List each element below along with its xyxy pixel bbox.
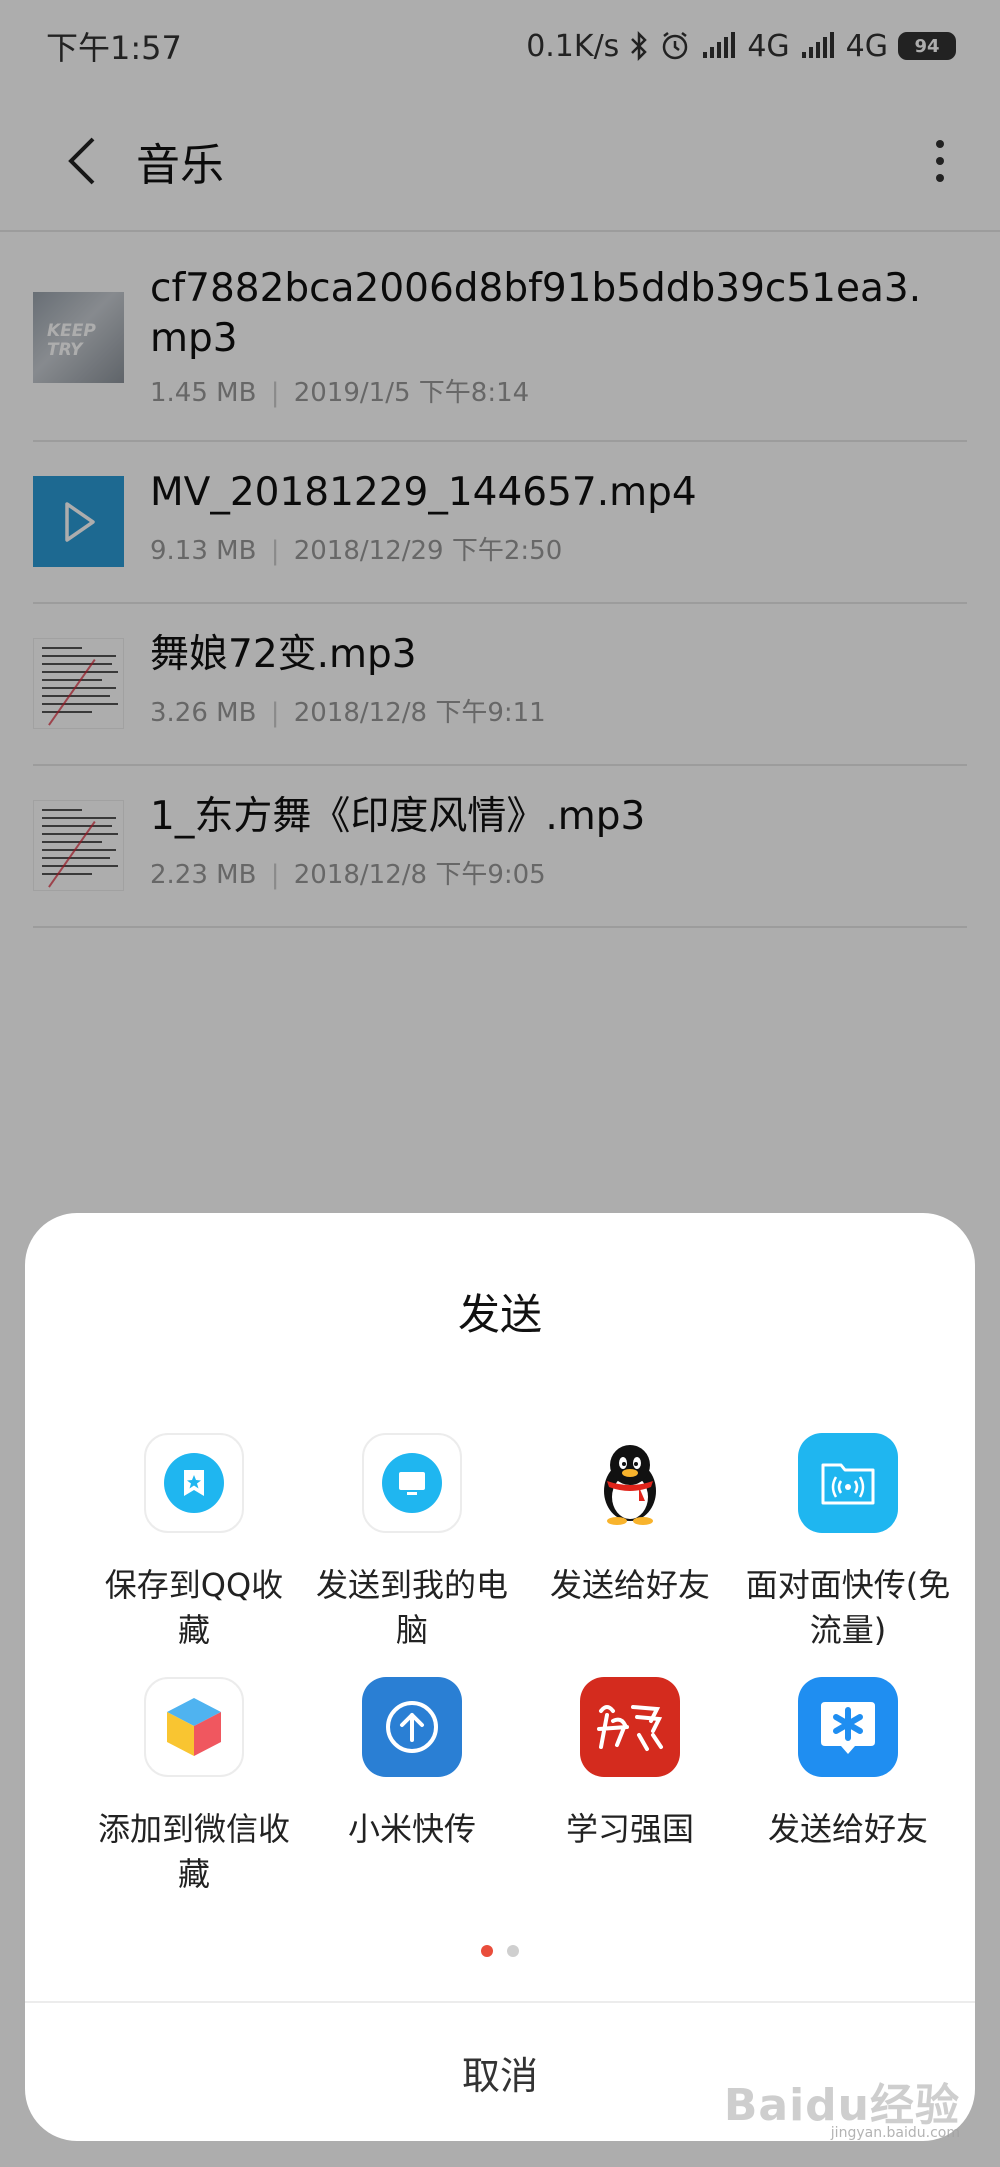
share-label: 保存到QQ收藏	[104, 1566, 284, 1649]
share-target-tim-friend[interactable]: 发送给好友	[739, 1677, 957, 1852]
tim-icon	[798, 1677, 898, 1777]
share-target-my-computer[interactable]: 发送到我的电脑	[303, 1433, 521, 1653]
watermark-subtext: jingyan.baidu.com	[830, 2125, 960, 2141]
share-target-face-to-face[interactable]: 面对面快传(免流量)	[739, 1433, 957, 1653]
share-target-qq-favorites[interactable]: 保存到QQ收藏	[85, 1433, 303, 1653]
share-label: 面对面快传(免流量)	[745, 1566, 951, 1649]
qq-favorites-icon	[144, 1433, 244, 1533]
mi-drop-icon	[362, 1677, 462, 1777]
share-label: 小米快传	[347, 1810, 476, 1848]
my-computer-icon	[362, 1433, 462, 1533]
page-dot-active[interactable]	[481, 1945, 493, 1957]
page-dot[interactable]	[507, 1945, 519, 1957]
share-target-qq-friend[interactable]: 发送给好友	[521, 1433, 739, 1608]
share-label: 添加到微信收藏	[97, 1810, 290, 1893]
baidu-jingyan-watermark: Baidu经验 jingyan.baidu.com	[723, 2069, 960, 2141]
share-sheet: 发送 保存到QQ收藏 发送到我的电脑 发送给好友 面对面快传(免流量) 添加到微…	[25, 1213, 975, 2141]
share-label: 学习强国	[565, 1810, 694, 1848]
share-target-wechat-favorites[interactable]: 添加到微信收藏	[85, 1677, 303, 1897]
page-indicator	[25, 1945, 975, 1957]
qq-penguin-icon	[580, 1433, 680, 1533]
share-label: 发送到我的电脑	[315, 1566, 508, 1649]
share-label: 发送给好友	[767, 1810, 928, 1848]
sheet-title: 发送	[457, 1290, 542, 1339]
share-target-xuexi[interactable]: 学习强国	[521, 1677, 739, 1852]
xuexi-qiangguo-icon	[580, 1677, 680, 1777]
watermark-text: Baidu经验	[723, 2080, 960, 2131]
wechat-favorites-cube-icon	[144, 1677, 244, 1777]
share-label: 发送给好友	[549, 1566, 710, 1604]
face-to-face-transfer-icon	[798, 1433, 898, 1533]
share-target-mi-drop[interactable]: 小米快传	[303, 1677, 521, 1852]
